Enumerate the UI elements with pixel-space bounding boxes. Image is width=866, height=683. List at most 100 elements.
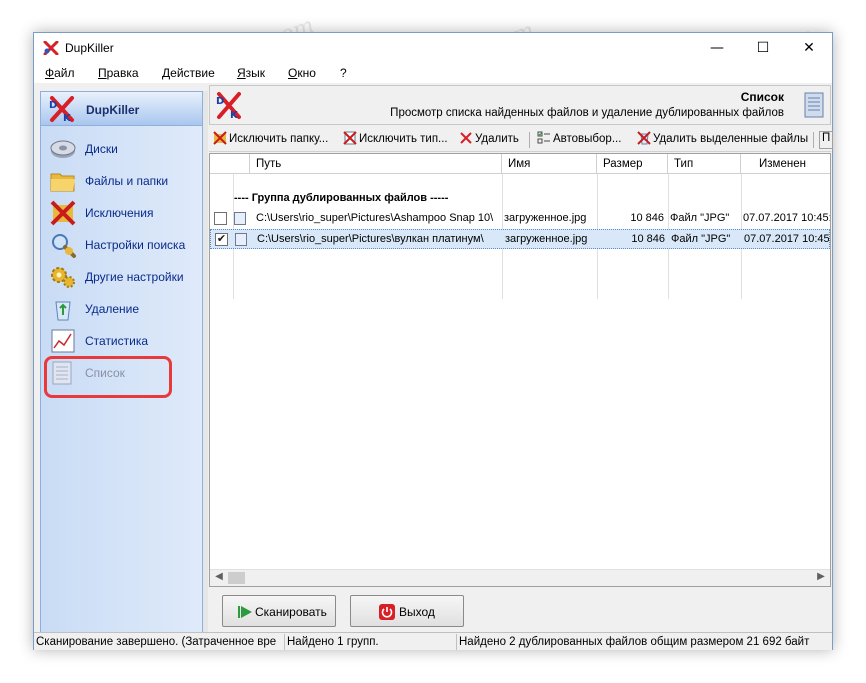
sidebar-item-files-folders[interactable]: Файлы и папки: [49, 167, 199, 195]
cell-type: Файл "JPG": [670, 212, 730, 224]
main-panel: D K Список Просмотр списка найденных фай…: [208, 84, 834, 634]
svg-text:K: K: [230, 110, 239, 121]
maximize-icon[interactable]: ☐: [740, 33, 786, 63]
menu-file[interactable]: Файл: [45, 66, 75, 80]
folder-icon: [50, 173, 75, 192]
toolbar-overflow-button[interactable]: П: [819, 131, 834, 149]
scan-button[interactable]: Сканировать: [222, 595, 336, 627]
scroll-thumb[interactable]: [228, 572, 245, 584]
exclude-folder-button[interactable]: Исключить папку...: [213, 131, 328, 149]
delete-label: Удалить: [475, 133, 519, 145]
cell-modified: 07.07.2017 10:45:3: [744, 233, 829, 245]
menu-action[interactable]: Действие: [162, 66, 215, 80]
cell-path: C:\Users\rio_super\Pictures\Ashampoo Sna…: [256, 212, 494, 224]
row-checkbox[interactable]: [214, 212, 227, 225]
scroll-left-icon[interactable]: ◀: [211, 571, 227, 586]
exclude-type-icon: [343, 131, 357, 145]
column-header-checkbox: [210, 154, 250, 174]
page-title: Список: [740, 90, 784, 104]
delete-selected-button[interactable]: Удалить выделенные файлы: [637, 131, 808, 149]
selection-highlight: [44, 356, 172, 398]
menu-language[interactable]: Язык: [237, 66, 265, 80]
exclude-type-button[interactable]: Исключить тип...: [343, 131, 448, 149]
exit-button-label: Выход: [399, 605, 435, 619]
list-document-icon: [804, 92, 824, 118]
menu-help[interactable]: ?: [340, 66, 347, 80]
row-checkbox[interactable]: ✔: [215, 233, 228, 246]
sidebar-item-label: Статистика: [85, 334, 149, 348]
sidebar-item-other-settings[interactable]: Другие настройки: [49, 263, 199, 291]
auto-select-label: Автовыбор...: [553, 133, 622, 145]
svg-text:D: D: [49, 100, 57, 111]
cell-name: загруженное.jpg: [504, 212, 587, 224]
sidebar-item-label: Диски: [85, 142, 118, 156]
title-bar: DupKiller — ☐ ✕: [34, 33, 832, 63]
svg-text:K: K: [63, 113, 72, 124]
toolbar-separator: [529, 132, 530, 148]
drive-icon: [50, 140, 76, 158]
power-icon: [379, 604, 395, 620]
sidebar-title: DupKiller: [86, 103, 140, 117]
delete-selected-icon: [637, 131, 651, 145]
dupkiller-logo-icon: D K: [49, 96, 74, 124]
menu-bar: Файл Правка Действие Язык Окно ?: [34, 63, 832, 83]
sidebar-item-drives[interactable]: Диски: [49, 135, 199, 163]
app-window: DupKiller — ☐ ✕ Файл Правка Действие Язы…: [33, 32, 834, 650]
recycle-bin-icon: [55, 301, 71, 321]
table-row[interactable]: ✔ C:\Users\rio_super\Pictures\вулкан пла…: [210, 229, 830, 249]
group-label: ---- Группа дублированных файлов -----: [234, 192, 449, 204]
sidebar-item-exclusions[interactable]: Исключения: [49, 199, 199, 227]
sidebar-item-label: Исключения: [85, 206, 154, 220]
sidebar-item-deletion[interactable]: Удаление: [49, 295, 199, 323]
exclude-folder-label: Исключить папку...: [229, 133, 329, 145]
search-settings-icon: [52, 234, 76, 258]
column-header-modified[interactable]: Изменен: [741, 154, 830, 174]
table-header: Путь Имя Размер Тип Изменен: [210, 154, 830, 174]
auto-select-button[interactable]: Автовыбор...: [537, 131, 621, 149]
cell-name: загруженное.jpg: [505, 233, 588, 245]
page-header: D K Список Просмотр списка найденных фай…: [209, 85, 831, 125]
exclude-type-label: Исключить тип...: [359, 133, 448, 145]
cell-modified: 07.07.2017 10:45:2: [743, 212, 830, 224]
sidebar: D K DupKiller Диски Файлы и папки Исключ…: [40, 91, 203, 638]
sidebar-item-search-settings[interactable]: Настройки поиска: [49, 231, 199, 259]
group-header-row: ---- Группа дублированных файлов -----: [210, 189, 830, 209]
toolbar: Исключить папку... Исключить тип... Удал…: [209, 128, 834, 152]
sidebar-item-label: Файлы и папки: [85, 174, 169, 188]
play-icon: [238, 606, 252, 618]
svg-text:D: D: [216, 96, 224, 107]
sidebar-item-statistics[interactable]: Статистика: [49, 327, 199, 355]
menu-window[interactable]: Окно: [288, 66, 316, 80]
column-header-name[interactable]: Имя: [502, 154, 597, 174]
image-file-icon: [235, 233, 247, 246]
status-groups-found: Найдено 1 групп.: [285, 634, 457, 650]
status-bar: Сканирование завершено. (Затраченное вре…: [34, 632, 832, 650]
window-title: DupKiller: [65, 41, 114, 55]
cell-type: Файл "JPG": [671, 233, 731, 245]
sidebar-item-label: Другие настройки: [85, 270, 184, 284]
sidebar-header: D K DupKiller: [41, 92, 202, 126]
column-header-size[interactable]: Размер: [597, 154, 668, 174]
page-description: Просмотр списка найденных файлов и удале…: [390, 107, 784, 119]
column-header-type[interactable]: Тип: [668, 154, 741, 174]
horizontal-scrollbar[interactable]: ◀ ▶: [210, 569, 830, 586]
scroll-right-icon[interactable]: ▶: [813, 571, 829, 586]
delete-button[interactable]: Удалить: [459, 131, 519, 149]
status-duplicates-summary: Найдено 2 дублированных файлов общим раз…: [459, 636, 810, 648]
table-row[interactable]: C:\Users\rio_super\Pictures\Ashampoo Sna…: [210, 209, 830, 229]
auto-select-icon: [537, 131, 550, 144]
image-file-icon: [234, 212, 246, 225]
column-header-path[interactable]: Путь: [250, 154, 502, 174]
chart-icon: [51, 329, 75, 353]
cell-path: C:\Users\rio_super\Pictures\вулкан плати…: [257, 233, 484, 245]
close-icon[interactable]: ✕: [786, 33, 832, 63]
cell-size: 10 846: [631, 233, 665, 245]
sidebar-item-label: Настройки поиска: [85, 238, 186, 252]
menu-edit[interactable]: Правка: [98, 66, 139, 80]
duplicates-table: Путь Имя Размер Тип Изменен ---- Группа …: [209, 153, 831, 587]
exit-button[interactable]: Выход: [350, 595, 464, 627]
minimize-icon[interactable]: —: [694, 33, 740, 63]
status-scan-complete: Сканирование завершено. (Затраченное вре: [34, 634, 285, 650]
delete-icon: [460, 132, 472, 144]
gears-icon: [51, 267, 75, 288]
